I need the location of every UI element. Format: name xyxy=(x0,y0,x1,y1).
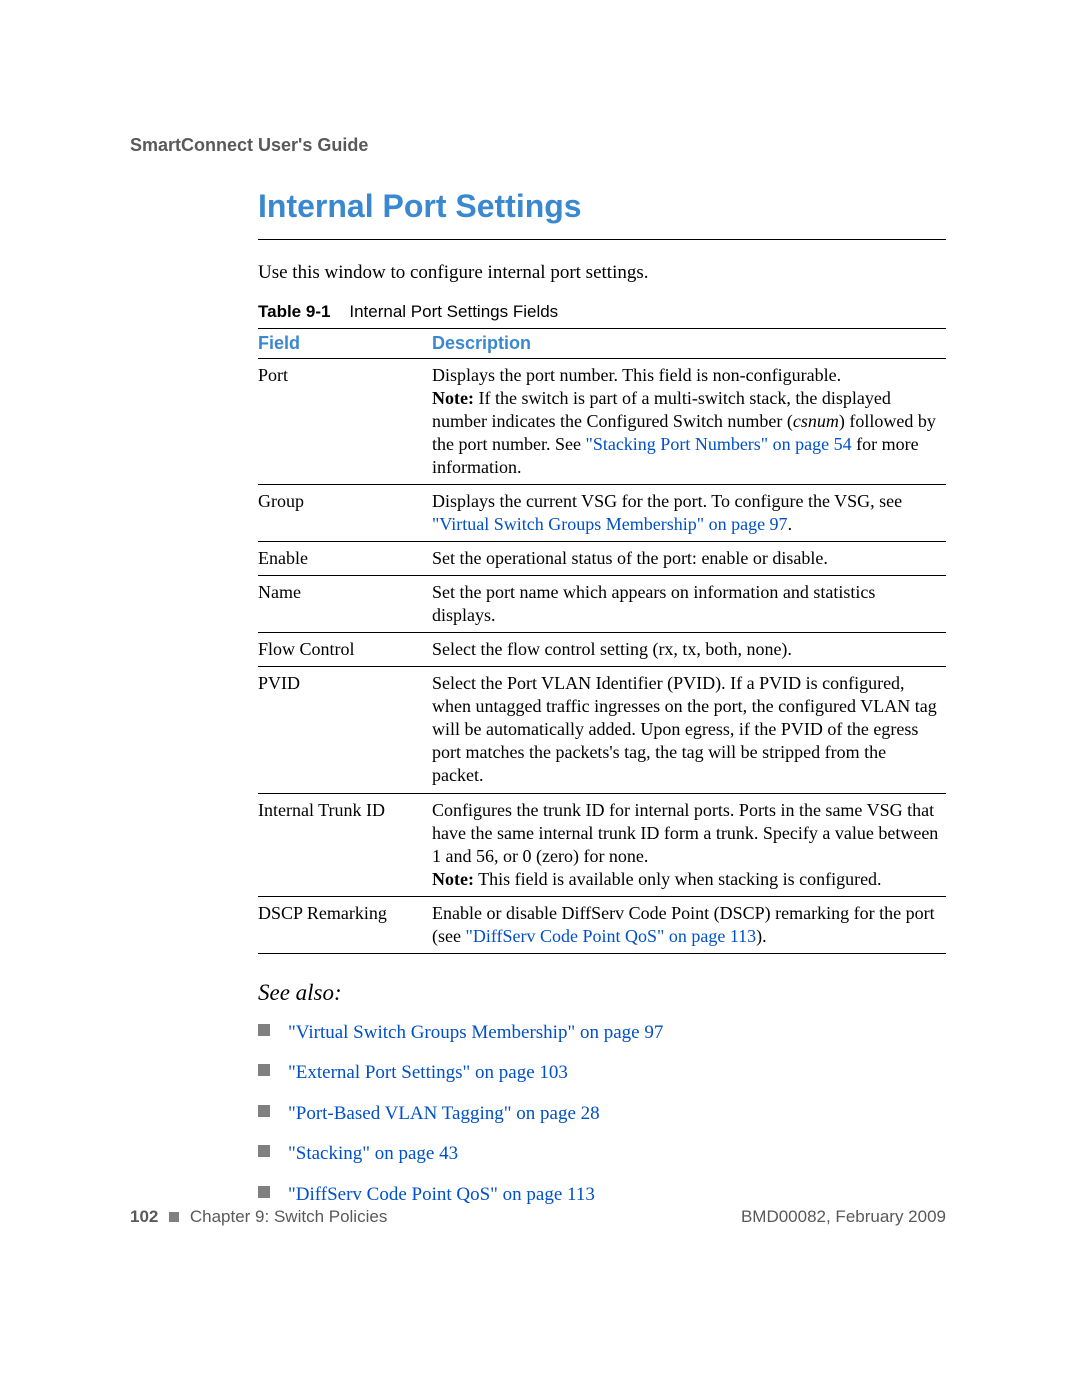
page-title: Internal Port Settings xyxy=(258,188,946,225)
list-item: "External Port Settings" on page 103 xyxy=(258,1060,946,1087)
link-vsg-membership[interactable]: "Virtual Switch Groups Membership" on pa… xyxy=(288,1022,663,1043)
field-name: DSCP Remarking xyxy=(258,896,432,953)
square-bullet-icon xyxy=(258,1064,270,1076)
note-label: Note: xyxy=(432,869,474,889)
text: Displays the current VSG for the port. T… xyxy=(432,491,902,511)
table-row: Internal Trunk ID Configures the trunk I… xyxy=(258,793,946,896)
title-rule xyxy=(258,239,946,240)
page: SmartConnect User's Guide Internal Port … xyxy=(0,0,1080,1397)
table-row: DSCP Remarking Enable or disable DiffSer… xyxy=(258,896,946,953)
th-description: Description xyxy=(432,329,946,359)
table-caption-title: Internal Port Settings Fields xyxy=(349,302,558,321)
link-dscp-qos[interactable]: "DiffServ Code Point QoS" on page 113 xyxy=(288,1184,595,1205)
th-field: Field xyxy=(258,329,432,359)
field-desc: Displays the port number. This field is … xyxy=(432,359,946,485)
doc-id: BMD00082, February 2009 xyxy=(741,1207,946,1227)
table-row: PVID Select the Port VLAN Identifier (PV… xyxy=(258,667,946,793)
square-bullet-icon xyxy=(258,1024,270,1036)
square-bullet-icon xyxy=(258,1145,270,1157)
field-desc: Displays the current VSG for the port. T… xyxy=(432,485,946,542)
main-content: Internal Port Settings Use this window t… xyxy=(258,188,946,1223)
table-row: Flow Control Select the flow control set… xyxy=(258,633,946,667)
page-footer: 102 Chapter 9: Switch Policies BMD00082,… xyxy=(130,1207,946,1227)
list-item: "Port-Based VLAN Tagging" on page 28 xyxy=(258,1101,946,1128)
link-stacking-port-numbers[interactable]: "Stacking Port Numbers" on page 54 xyxy=(585,434,851,454)
see-also-list: "Virtual Switch Groups Membership" on pa… xyxy=(258,1020,946,1209)
field-desc: Set the operational status of the port: … xyxy=(432,542,946,576)
table-row: Name Set the port name which appears on … xyxy=(258,576,946,633)
text: This field is available only when stacki… xyxy=(474,869,882,889)
field-name: Flow Control xyxy=(258,633,432,667)
field-desc: Select the Port VLAN Identifier (PVID). … xyxy=(432,667,946,793)
text: . xyxy=(788,514,793,534)
square-bullet-icon xyxy=(169,1212,179,1222)
table-caption-label: Table 9-1 xyxy=(258,302,330,321)
field-name: PVID xyxy=(258,667,432,793)
text: Configures the trunk ID for internal por… xyxy=(432,800,938,866)
table-caption: Table 9-1 Internal Port Settings Fields xyxy=(258,302,946,322)
field-name: Group xyxy=(258,485,432,542)
note-label: Note: xyxy=(432,388,474,408)
running-head: SmartConnect User's Guide xyxy=(130,135,368,156)
field-name: Enable xyxy=(258,542,432,576)
page-number: 102 xyxy=(130,1207,158,1226)
italic-text: csnum xyxy=(793,411,839,431)
field-name: Internal Trunk ID xyxy=(258,793,432,896)
link-external-port-settings[interactable]: "External Port Settings" on page 103 xyxy=(288,1062,568,1083)
list-item: "Virtual Switch Groups Membership" on pa… xyxy=(258,1020,946,1047)
field-name: Port xyxy=(258,359,432,485)
see-also-heading: See also: xyxy=(258,980,946,1006)
link-vsg-membership[interactable]: "Virtual Switch Groups Membership" on pa… xyxy=(432,514,788,534)
text: Displays the port number. This field is … xyxy=(432,365,841,385)
square-bullet-icon xyxy=(258,1186,270,1198)
square-bullet-icon xyxy=(258,1105,270,1117)
link-dscp-qos[interactable]: "DiffServ Code Point QoS" on page 113 xyxy=(465,926,756,946)
table-row: Port Displays the port number. This fiel… xyxy=(258,359,946,485)
list-item: "DiffServ Code Point QoS" on page 113 xyxy=(258,1182,946,1209)
text: ). xyxy=(756,926,767,946)
field-desc: Set the port name which appears on infor… xyxy=(432,576,946,633)
intro-text: Use this window to configure internal po… xyxy=(258,262,946,284)
link-stacking[interactable]: "Stacking" on page 43 xyxy=(288,1143,458,1164)
link-port-based-vlan[interactable]: "Port-Based VLAN Tagging" on page 28 xyxy=(288,1103,600,1124)
chapter-label: Chapter 9: Switch Policies xyxy=(190,1207,387,1226)
table-row: Enable Set the operational status of the… xyxy=(258,542,946,576)
list-item: "Stacking" on page 43 xyxy=(258,1141,946,1168)
field-desc: Configures the trunk ID for internal por… xyxy=(432,793,946,896)
table-row: Group Displays the current VSG for the p… xyxy=(258,485,946,542)
field-desc: Enable or disable DiffServ Code Point (D… xyxy=(432,896,946,953)
field-name: Name xyxy=(258,576,432,633)
fields-table: Field Description Port Displays the port… xyxy=(258,328,946,954)
field-desc: Select the flow control setting (rx, tx,… xyxy=(432,633,946,667)
